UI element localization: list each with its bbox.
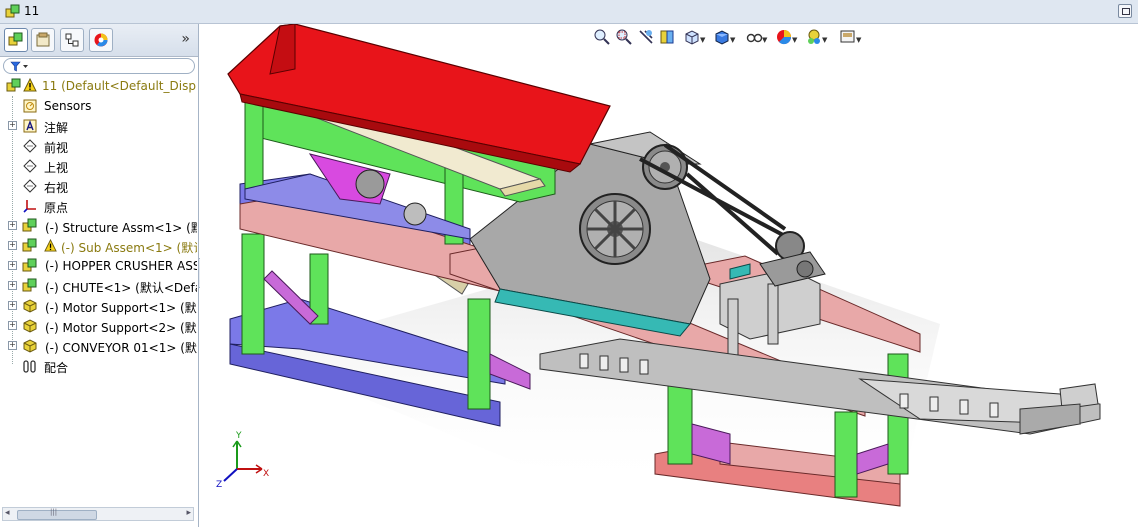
expand-icon[interactable]: +	[8, 241, 17, 250]
origin-icon	[23, 200, 36, 213]
tree-item-label: 上视	[44, 161, 69, 175]
axis-triad: Y X Z	[216, 431, 269, 489]
svg-text:X: X	[263, 469, 269, 479]
graphics-area[interactable]: ▼ ▼ ▼ ▼ ▼ ▼ Y X Z	[200, 24, 1138, 527]
appearance-icon	[94, 33, 108, 47]
tree-item-front-plane[interactable]: 前视	[0, 136, 197, 156]
tree-item-label: (-) HOPPER CRUSHER ASS	[45, 259, 197, 273]
property-icon	[36, 32, 50, 47]
tree-root-label: 11 (Default<Default_Displ	[42, 79, 197, 93]
tree-item-label: (-) Motor Support<1> (默	[45, 301, 197, 315]
expand-icon[interactable]: +	[8, 121, 17, 130]
expand-icon[interactable]: +	[8, 261, 17, 270]
annotation-icon	[23, 119, 37, 133]
tree-item-motor-support-2[interactable]: + (-) Motor Support<2> (默	[0, 316, 197, 336]
assembly-icon	[22, 258, 37, 272]
part-icon	[23, 299, 37, 313]
tree-item-label: (-) CHUTE<1> (默认<Defa	[45, 281, 197, 295]
tree-item-structure-assm[interactable]: + (-) Structure Assm<1> (默	[0, 216, 197, 236]
mates-icon	[23, 360, 36, 373]
expand-icon[interactable]: +	[8, 341, 17, 350]
tree-item-motor-support-1[interactable]: + (-) Motor Support<1> (默	[0, 296, 197, 316]
tree-filter[interactable]	[3, 58, 195, 74]
scroll-thumb[interactable]	[17, 508, 97, 520]
filter-icon	[10, 61, 28, 72]
tree-item-origin[interactable]: 原点	[0, 196, 197, 216]
part-icon	[23, 339, 37, 353]
assembly-icon	[22, 218, 37, 232]
feature-tree: 11 (Default<Default_Displ Sensors + 注解 前…	[0, 76, 197, 376]
svg-text:Y: Y	[235, 431, 242, 441]
part-icon	[23, 319, 37, 333]
restore-button[interactable]	[1118, 4, 1132, 18]
assembly-icon	[5, 4, 20, 18]
panel-expand-chevron[interactable]: »	[181, 31, 190, 47]
plane-icon	[23, 139, 37, 153]
tab-feature-manager[interactable]	[4, 28, 28, 52]
tree-item-label: (-) CONVEYOR 01<1> (默	[45, 341, 197, 355]
configuration-icon	[65, 33, 79, 47]
tree-item-label: 注解	[44, 121, 69, 135]
warning-icon	[23, 78, 37, 92]
scroll-left-icon[interactable]: ◂	[5, 508, 10, 518]
window-title: 11	[24, 4, 40, 18]
tree-item-top-plane[interactable]: 上视	[0, 156, 197, 176]
expand-icon[interactable]: +	[8, 221, 17, 230]
tree-item-label: Sensors	[44, 99, 92, 113]
assembly-icon	[6, 78, 21, 92]
tree-item-chute[interactable]: + (-) CHUTE<1> (默认<Defa	[0, 276, 197, 296]
tab-configuration-manager[interactable]	[60, 28, 84, 52]
machine-assembly-model[interactable]	[200, 24, 1138, 527]
tree-item-right-plane[interactable]: 右视	[0, 176, 197, 196]
tree-item-label: (-) Structure Assm<1> (默	[45, 221, 197, 235]
title-bar: 11	[0, 0, 1138, 24]
assembly-icon	[22, 278, 37, 292]
panel-tabs: »	[0, 24, 198, 57]
sensor-icon	[23, 99, 37, 113]
tab-display-manager[interactable]	[89, 28, 113, 52]
tree-horizontal-scrollbar[interactable]: ◂ ▸	[2, 507, 194, 521]
motor	[759, 231, 826, 287]
tree-item-label: 原点	[44, 201, 69, 215]
expand-icon[interactable]: +	[8, 321, 17, 330]
tree-item-conveyor[interactable]: + (-) CONVEYOR 01<1> (默	[0, 336, 197, 356]
feature-tree-icon	[8, 32, 23, 46]
tree-item-hopper-crusher[interactable]: + (-) HOPPER CRUSHER ASS	[0, 256, 197, 276]
tree-item-label: 右视	[44, 181, 69, 195]
tree-item-mates[interactable]: 配合	[0, 356, 197, 376]
scroll-right-icon[interactable]: ▸	[186, 508, 191, 518]
tree-item-sub-assem[interactable]: + (-) Sub Assem<1> (默认	[0, 236, 197, 256]
plane-icon	[23, 179, 37, 193]
crusher-flywheel-left	[579, 193, 651, 265]
warning-icon	[44, 239, 57, 252]
tree-item-label: (-) Motor Support<2> (默	[45, 321, 197, 335]
tree-item-label: (-) Sub Assem<1> (默认	[61, 241, 197, 255]
svg-text:Z: Z	[216, 480, 222, 489]
tree-item-sensors[interactable]: Sensors	[0, 96, 197, 116]
tree-item-label: 配合	[44, 361, 69, 375]
plane-icon	[23, 159, 37, 173]
tree-item-annotations[interactable]: + 注解	[0, 116, 197, 136]
tree-root[interactable]: 11 (Default<Default_Displ	[0, 76, 197, 96]
assembly-icon	[22, 238, 37, 252]
expand-icon[interactable]: +	[8, 281, 17, 290]
expand-icon[interactable]: +	[8, 301, 17, 310]
tree-item-label: 前视	[44, 141, 69, 155]
feature-manager-panel: » 11 (Default<Default_Displ Sensors + 注解…	[0, 24, 199, 527]
tab-property-manager[interactable]	[31, 28, 55, 52]
